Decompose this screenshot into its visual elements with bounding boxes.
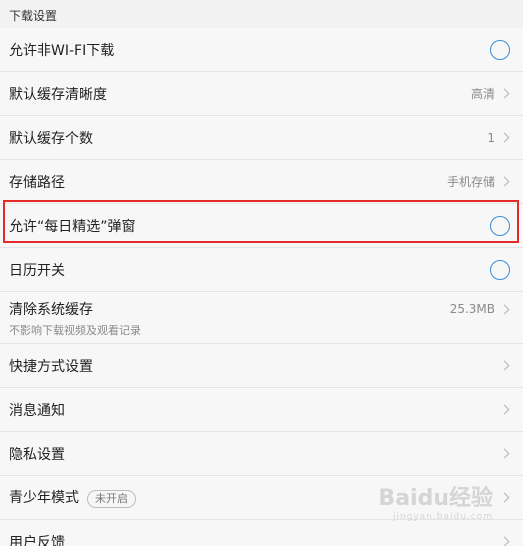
row-label: 日历开关	[9, 262, 65, 279]
chevron-right-icon	[499, 132, 510, 143]
row-user-feedback[interactable]: 用户反馈	[0, 520, 523, 546]
row-value: 25.3MB	[449, 302, 495, 316]
row-notifications[interactable]: 消息通知	[0, 388, 523, 432]
row-value: 1	[487, 130, 495, 145]
row-privacy-settings[interactable]: 隐私设置	[0, 432, 523, 476]
settings-screen: 下载设置 允许非WI-FI下载 默认缓存清晰度 高清 默认缓存个数 1 存储路径…	[0, 0, 523, 546]
row-label: 默认缓存个数	[9, 130, 93, 147]
row-label: 允许“每日精选”弹窗	[9, 218, 136, 235]
toggle-off[interactable]	[490, 259, 510, 280]
row-calendar-switch[interactable]: 日历开关	[0, 248, 523, 292]
row-label: 隐私设置	[9, 446, 65, 463]
toggle-off[interactable]	[490, 39, 510, 60]
row-label: 默认缓存清晰度	[9, 86, 107, 103]
chevron-right-icon	[499, 492, 510, 503]
row-label: 清除系统缓存	[9, 302, 93, 318]
row-daily-picks-popup[interactable]: 允许“每日精选”弹窗	[0, 204, 523, 248]
chevron-right-icon	[499, 360, 510, 371]
row-value: 手机存储	[446, 175, 495, 189]
chevron-right-icon	[499, 88, 510, 99]
chevron-right-icon	[499, 404, 510, 415]
watermark: Baidu经验 jingyan.baidu.com	[378, 480, 493, 522]
row-label: 快捷方式设置	[9, 358, 93, 375]
status-badge: 未开启	[87, 490, 136, 508]
row-shortcut-settings[interactable]: 快捷方式设置	[0, 344, 523, 388]
row-label: 存储路径	[9, 174, 65, 191]
row-label: 用户反馈	[9, 534, 65, 546]
chevron-right-icon	[499, 536, 510, 546]
row-storage-path[interactable]: 存储路径 手机存储	[0, 160, 523, 204]
toggle-off[interactable]	[490, 215, 510, 236]
row-subtitle: 不影响下载视频及观看记录	[9, 324, 141, 337]
row-default-cache-count[interactable]: 默认缓存个数 1	[0, 116, 523, 160]
row-clear-cache[interactable]: 清除系统缓存 不影响下载视频及观看记录 25.3MB	[0, 292, 523, 344]
row-label: 允许非WI-FI下载	[9, 42, 115, 59]
chevron-right-icon	[499, 448, 510, 459]
youth-mode-label: 青少年模式	[9, 490, 79, 506]
watermark-subtext: jingyan.baidu.com	[392, 512, 493, 522]
row-label: 消息通知	[9, 402, 65, 419]
row-allow-non-wifi-download[interactable]: 允许非WI-FI下载	[0, 28, 523, 72]
watermark-text: Baidu经验	[378, 486, 493, 511]
chevron-right-icon	[499, 176, 510, 187]
chevron-right-icon	[499, 304, 510, 314]
row-value: 高清	[470, 87, 495, 101]
row-default-cache-quality[interactable]: 默认缓存清晰度 高清	[0, 72, 523, 116]
section-title: 下载设置	[9, 9, 58, 23]
